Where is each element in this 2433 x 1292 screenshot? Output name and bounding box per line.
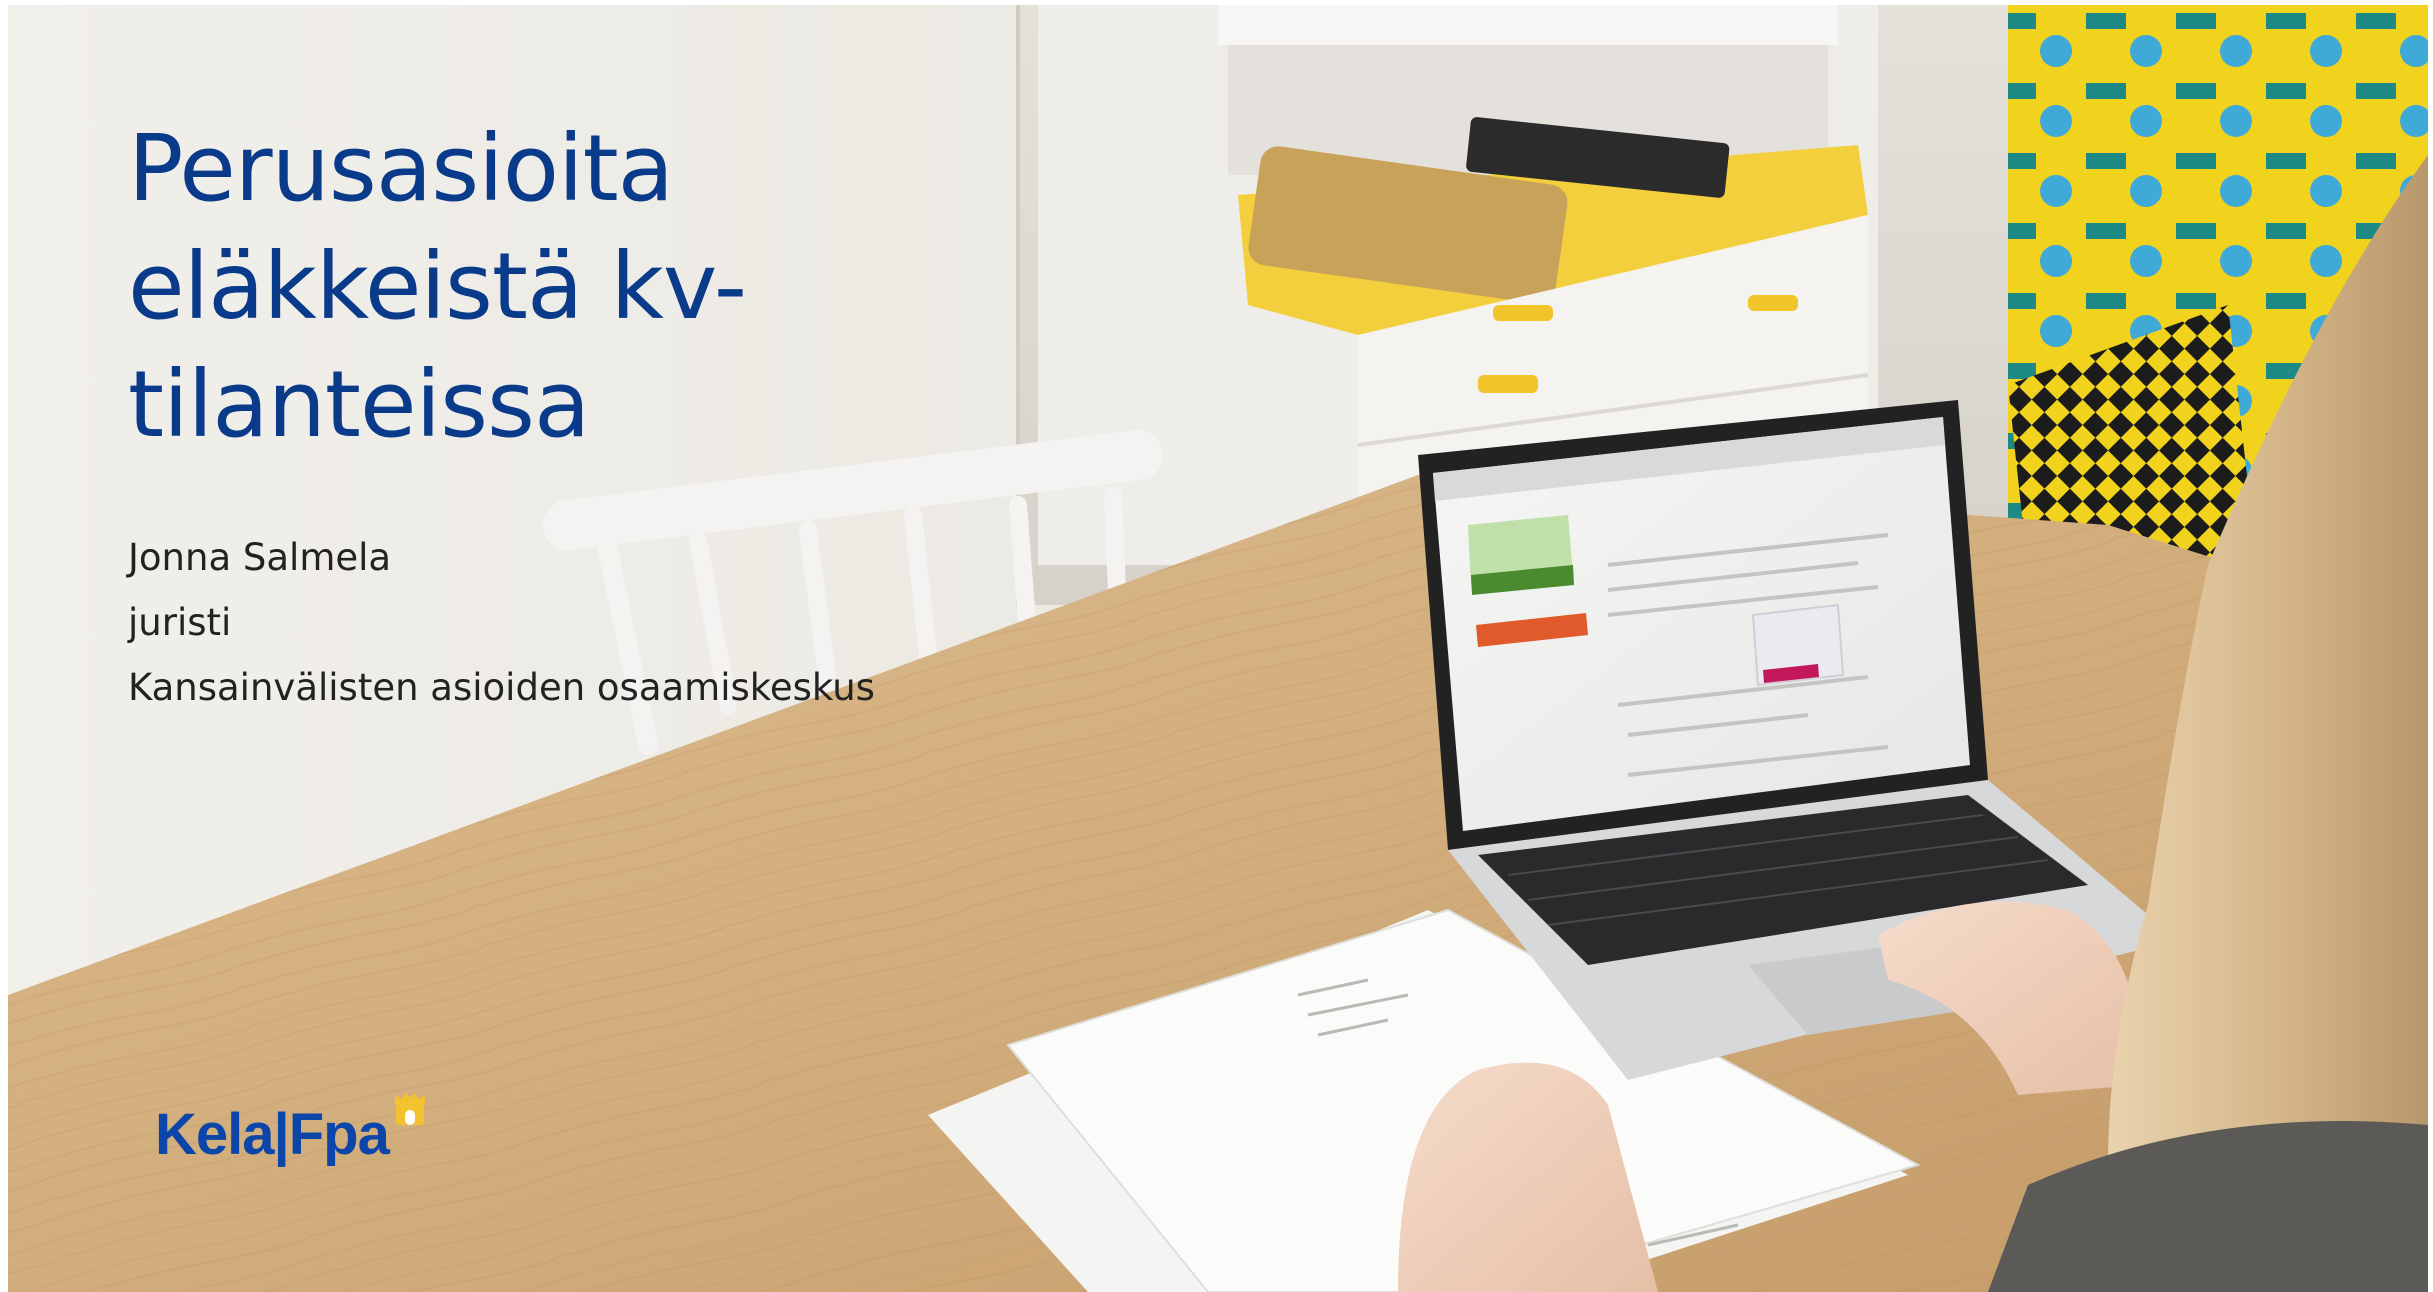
logo-text: Kela|Fpa	[155, 1102, 390, 1167]
kela-fpa-logo: Kela|Fpa	[155, 1093, 427, 1175]
crown-house-icon	[393, 1091, 427, 1132]
slide: Perusasioita eläkkeistä kv-tilanteissa J…	[0, 0, 2433, 1292]
slide-title: Perusasioita eläkkeistä kv-tilanteissa	[128, 115, 747, 458]
presenter-unit: Kansainvälisten asioiden osaamiskeskus	[128, 666, 875, 709]
presenter-name: Jonna Salmela	[128, 536, 392, 579]
presenter-role: juristi	[128, 601, 232, 644]
presenter-info: Jonna Salmela juristi Kansainvälisten as…	[128, 525, 875, 720]
